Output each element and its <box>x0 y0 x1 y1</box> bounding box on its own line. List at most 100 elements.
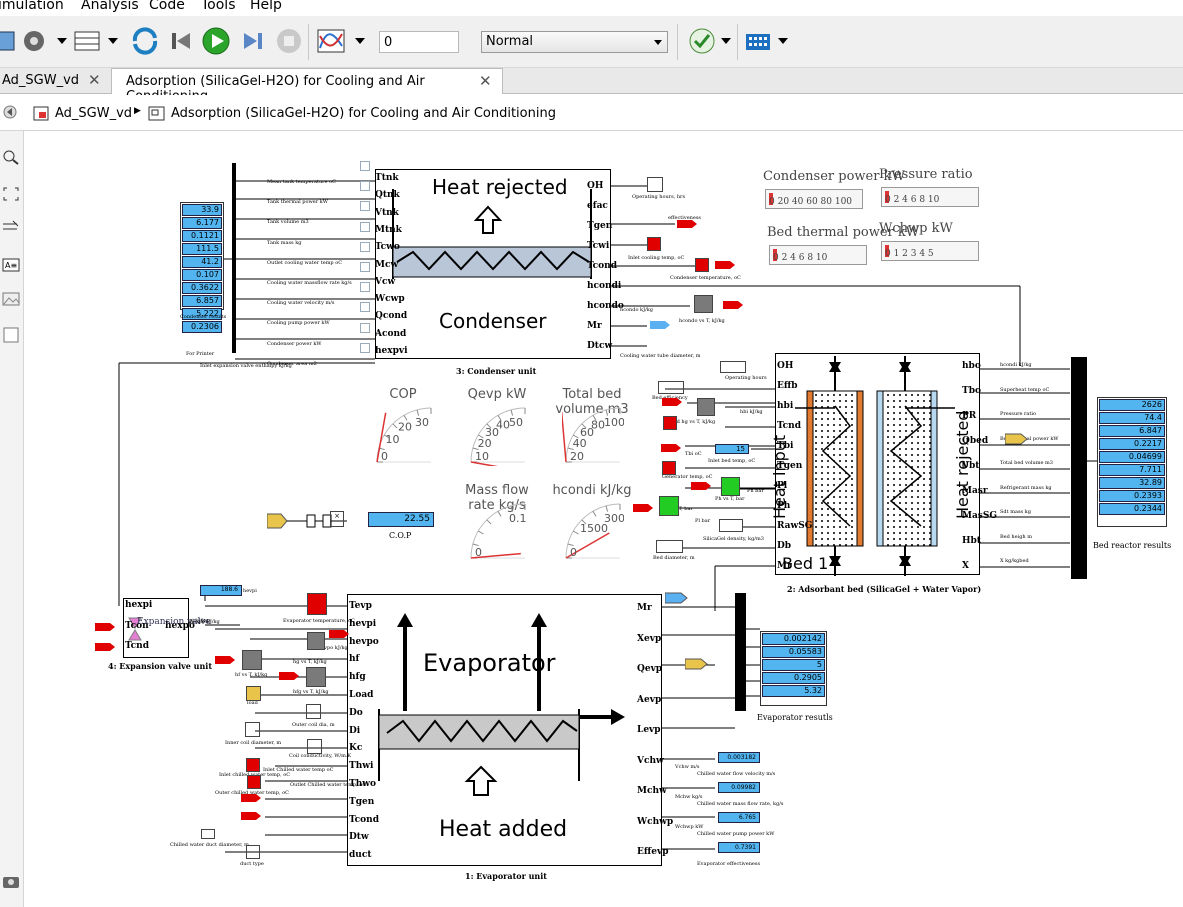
gauge-1-title: Qevp kW <box>467 387 527 402</box>
evaporator-result-value-0: 0.002142 <box>762 633 825 645</box>
bed-signal-label-2: Pressure ratio <box>1000 411 1036 417</box>
bed-efficiency-const[interactable] <box>658 381 684 394</box>
evaporator-left-label-13: duct type <box>240 861 264 867</box>
outlet-chilled-source[interactable] <box>247 775 261 789</box>
menu-analysis[interactable]: Analysis <box>81 0 139 13</box>
bed-result-value-7: 0.2393 <box>1099 490 1165 502</box>
menu-help[interactable]: Help <box>250 0 282 13</box>
bed-signal-label-4: Total bed volume m3 <box>1000 460 1053 466</box>
condenser-port-vtnk: Vtnk <box>375 207 399 218</box>
condenser-scope-6[interactable] <box>360 282 370 293</box>
chevron-down-icon[interactable] <box>721 38 731 44</box>
close-icon[interactable]: ✕ <box>88 71 101 89</box>
condenser-scope-8[interactable] <box>360 322 370 333</box>
inlet-cooling-temp-block[interactable] <box>647 237 661 251</box>
condenser-scope-9[interactable] <box>360 342 370 353</box>
menu-simulation[interactable]: imulation <box>0 0 64 13</box>
menu-tools[interactable]: Tools <box>201 0 236 13</box>
bed-result-value-3: 0.2217 <box>1099 438 1165 450</box>
screenshot-icon[interactable] <box>2 873 20 889</box>
arrow-right-icon[interactable] <box>2 219 20 235</box>
condenser-scope-7[interactable] <box>360 302 370 313</box>
condenser-scope-4[interactable] <box>360 241 370 252</box>
condenser-temp-block[interactable] <box>695 258 709 272</box>
evaporator-temp-block[interactable] <box>307 593 327 615</box>
hevpi-label: hevpi <box>243 588 257 594</box>
evaporator-output-3: 0.7391 <box>718 842 760 853</box>
bed-hg-table[interactable] <box>697 398 715 416</box>
mr-from[interactable] <box>665 592 689 604</box>
hfg-table[interactable] <box>306 667 326 687</box>
bed-result-value-8: 0.2344 <box>1099 503 1165 515</box>
menu-code[interactable]: Code <box>149 0 185 13</box>
back-icon[interactable] <box>3 105 17 119</box>
chevron-down-icon[interactable] <box>108 38 118 44</box>
run-icon[interactable] <box>201 26 231 56</box>
step-back-icon[interactable] <box>166 26 196 56</box>
breadcrumb-current[interactable]: Adsorption (SilicaGel-H2O) for Cooling a… <box>171 106 556 121</box>
chevron-down-icon[interactable] <box>778 38 788 44</box>
operating-hours-box[interactable] <box>647 177 663 192</box>
svg-text:0.1: 0.1 <box>509 512 527 525</box>
hevpo-table[interactable] <box>307 632 325 650</box>
condenser-scope-3[interactable] <box>360 221 370 232</box>
close-icon[interactable]: ✕ <box>479 72 492 90</box>
pl-table[interactable] <box>659 496 679 516</box>
outer-coil-const[interactable] <box>306 704 321 719</box>
condenser-scope-5[interactable] <box>360 262 370 272</box>
evaporator-port-tcond: Tcond <box>349 814 379 825</box>
qevp-goto[interactable] <box>685 658 709 670</box>
tab-adsorption[interactable]: Adsorption (SilicaGel-H2O) for Cooling a… <box>111 68 503 104</box>
condenser-port-tcond: Tcond <box>587 261 617 271</box>
pressure-ratio-goto[interactable] <box>1005 433 1029 445</box>
gear-icon[interactable] <box>19 26 49 56</box>
operating-hours-const[interactable] <box>720 361 746 373</box>
ph-table[interactable] <box>721 477 740 496</box>
condenser-port-acond: Acond <box>375 328 407 339</box>
evaporator-output-2: 6.765 <box>718 812 760 823</box>
duct-diameter-const[interactable] <box>201 829 215 839</box>
meter-0-ticks: 0 20 40 60 80 100 <box>769 197 853 207</box>
tcnd-bed-source[interactable] <box>663 416 677 430</box>
gauge-1: 10203040 50 <box>470 407 526 466</box>
duct-type-const[interactable] <box>246 845 260 859</box>
area-icon[interactable] <box>2 327 20 343</box>
chevron-down-icon[interactable] <box>57 38 67 44</box>
bed-results-label: Bed reactor results <box>1093 541 1172 550</box>
image-icon[interactable] <box>2 291 20 307</box>
stop-time-input[interactable] <box>379 31 459 53</box>
load-from[interactable] <box>246 686 261 701</box>
condenser-port-mtnk: Mtnk <box>375 224 402 235</box>
scope-icon[interactable] <box>316 26 346 56</box>
svg-text:80: 80 <box>591 419 605 432</box>
sync-icon[interactable] <box>130 26 160 56</box>
stop-icon[interactable] <box>274 26 304 56</box>
product-block[interactable]: × <box>330 511 344 527</box>
silicagel-density-const[interactable] <box>719 519 743 532</box>
bed-left-label-12: Bed diameter, m <box>653 555 695 561</box>
simulation-mode-select[interactable]: Normal <box>481 31 668 53</box>
chevron-down-icon[interactable] <box>355 38 365 44</box>
fit-view-icon[interactable] <box>2 186 20 202</box>
annotation-icon[interactable]: A≡ <box>2 257 20 273</box>
inlet-chilled-source[interactable] <box>246 758 260 772</box>
check-icon[interactable] <box>687 26 717 56</box>
hf-table[interactable] <box>242 650 262 670</box>
zoom-in-icon[interactable] <box>2 149 20 165</box>
breadcrumb-root[interactable]: Ad_SGW_vd <box>55 106 132 121</box>
table-icon[interactable] <box>72 26 102 56</box>
condenser-caption: 3: Condenser unit <box>456 366 537 376</box>
hcondo-table-block[interactable] <box>694 295 713 313</box>
bed-diameter-const[interactable] <box>656 540 683 553</box>
grid-icon[interactable] <box>743 26 773 56</box>
step-forward-icon[interactable] <box>237 26 267 56</box>
evaporator-output-name-2: Wchwp kW <box>675 824 704 830</box>
coil-conductivity-const[interactable] <box>307 739 322 754</box>
inner-coil-const[interactable] <box>245 722 260 737</box>
generator-temp-source[interactable] <box>662 461 676 475</box>
condenser-scope-2[interactable] <box>360 201 370 212</box>
model-canvas[interactable]: Heat rejected Condenser 3: Condenser uni… <box>25 131 1183 907</box>
tab-ad-sgw-vd[interactable]: Ad_SGW_vd ✕ <box>0 68 110 94</box>
condenser-scope-1[interactable] <box>360 181 370 192</box>
condenser-scope-0[interactable] <box>360 161 370 171</box>
